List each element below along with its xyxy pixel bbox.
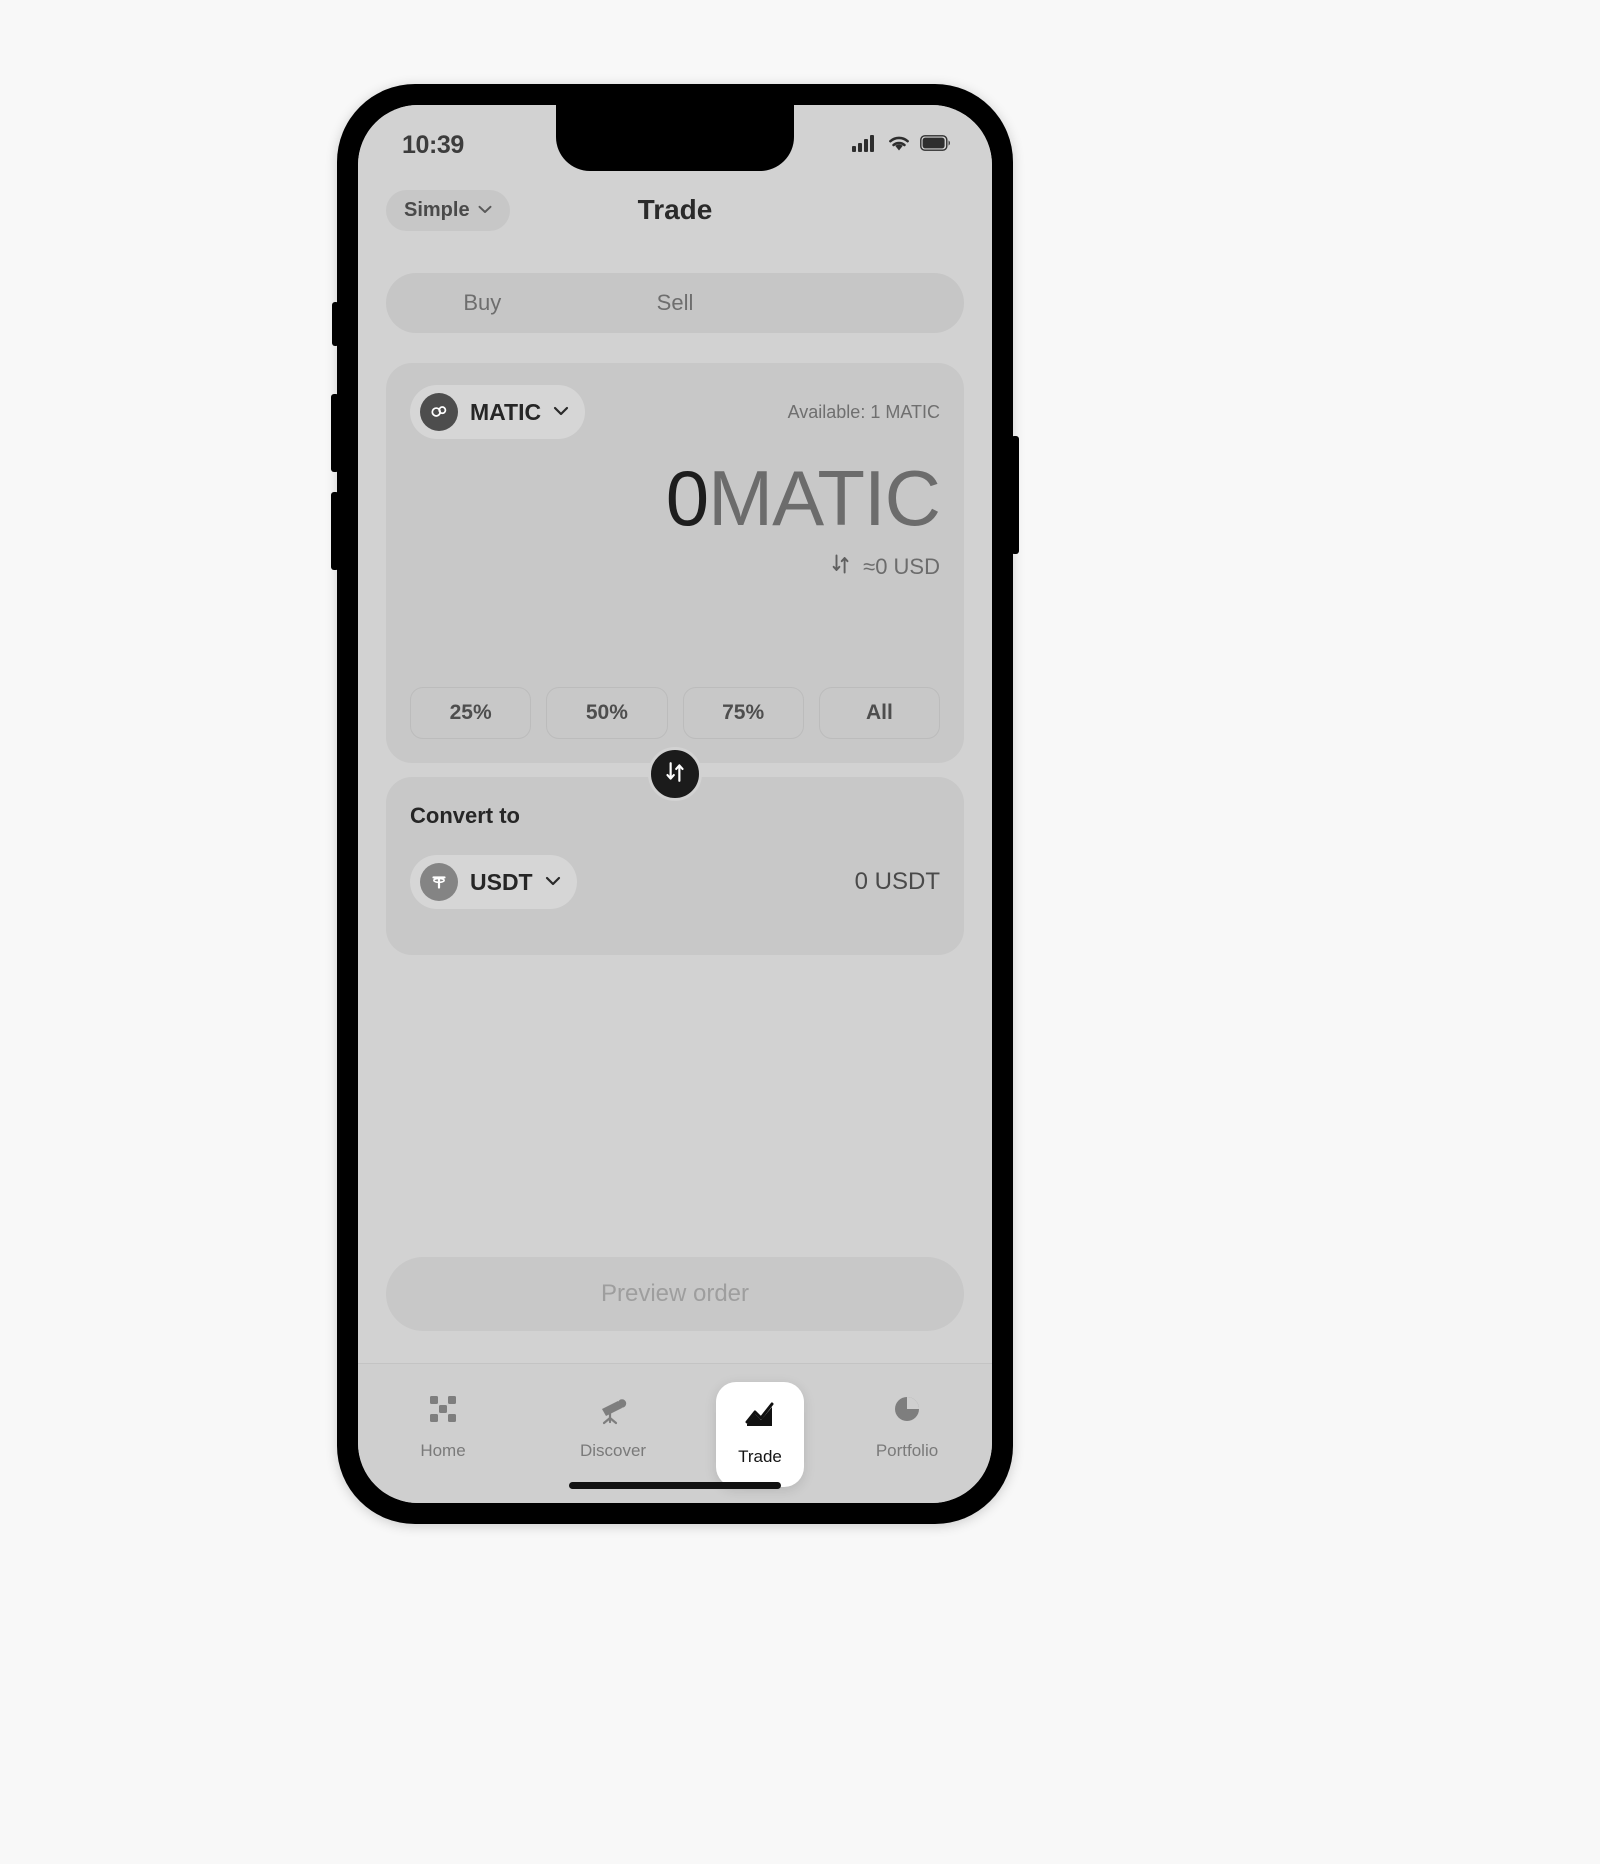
segmented-tab-buy[interactable]: Buy <box>386 273 579 333</box>
convert-amount-input[interactable]: 0MATIC <box>666 459 941 537</box>
mode-selector-label: Simple <box>404 198 470 221</box>
segmented-tab-sell[interactable]: Sell <box>579 273 772 333</box>
convert-to-amount: 0 USDT <box>854 868 940 895</box>
phone-device-frame: 10:39 Simple Trade Buy Sell MATIC Availa… <box>331 84 1019 1524</box>
percent-button-all[interactable]: All <box>818 687 940 739</box>
cellular-signal-icon <box>852 134 878 157</box>
nav-item-trade[interactable]: Trade <box>716 1382 804 1487</box>
nav-label-trade: Trade <box>738 1447 782 1466</box>
swap-vertical-icon[interactable] <box>831 553 851 580</box>
preview-order-button[interactable]: Preview order <box>386 1257 964 1331</box>
battery-icon <box>920 134 952 156</box>
convert-from-header-row: MATIC Available: 1 MATIC <box>410 385 940 439</box>
percent-button-50[interactable]: 50% <box>546 687 668 739</box>
from-token-symbol: MATIC <box>470 398 542 425</box>
app-header: Simple Trade <box>358 179 992 241</box>
fiat-estimate-value: ≈0 USD <box>863 553 940 579</box>
nav-label-discover: Discover <box>579 1441 647 1460</box>
swap-direction-button[interactable] <box>648 747 702 801</box>
tether-usdt-icon <box>420 863 458 901</box>
nav-item-home[interactable]: Home <box>358 1382 528 1471</box>
pie-chart-icon <box>890 1392 924 1431</box>
trade-mode-segmented-control: Buy Sell Convert <box>386 273 964 333</box>
to-token-symbol: USDT <box>470 868 533 895</box>
nav-item-discover[interactable]: Discover <box>528 1382 698 1471</box>
chevron-down-icon <box>545 873 561 891</box>
nav-item-portfolio[interactable]: Portfolio <box>822 1382 992 1471</box>
nav-label-home: Home <box>420 1441 466 1460</box>
volume-down-button[interactable] <box>331 492 339 570</box>
phone-screen: 10:39 Simple Trade Buy Sell MATIC Availa… <box>358 105 992 1503</box>
power-button[interactable] <box>1011 436 1019 554</box>
volume-up-button[interactable] <box>331 394 339 472</box>
wifi-icon <box>887 134 911 157</box>
home-indicator <box>569 1482 781 1489</box>
convert-from-card: MATIC Available: 1 MATIC 0MATIC ≈0 USD 2… <box>386 363 964 763</box>
grid-dots-icon <box>426 1392 460 1431</box>
percent-buttons-row: 25% 50% 75% All <box>410 687 940 739</box>
fiat-estimate-row[interactable]: ≈0 USD <box>831 553 940 580</box>
convert-to-row: USDT 0 USDT <box>410 855 940 909</box>
silent-switch-button[interactable] <box>332 302 339 346</box>
mode-selector-button[interactable]: Simple <box>386 189 510 231</box>
percent-button-25[interactable]: 25% <box>410 687 532 739</box>
chevron-down-icon <box>553 403 569 421</box>
percent-button-75[interactable]: 75% <box>682 687 804 739</box>
status-bar-icons <box>852 134 952 157</box>
screenshot-canvas: 10:39 Simple Trade Buy Sell MATIC Availa… <box>0 0 1600 1864</box>
available-balance-label: Available: 1 MATIC <box>787 401 940 422</box>
status-bar-clock: 10:39 <box>402 130 464 159</box>
line-chart-icon <box>743 1398 777 1437</box>
polygon-matic-icon <box>420 393 458 431</box>
telescope-icon <box>596 1392 630 1431</box>
convert-to-label: Convert to <box>410 803 520 828</box>
from-token-selector[interactable]: MATIC <box>410 385 586 439</box>
nav-label-portfolio: Portfolio <box>875 1441 939 1460</box>
amount-value: 0 <box>665 454 709 542</box>
amount-unit: MATIC <box>708 454 941 542</box>
swap-vertical-icon <box>664 760 686 789</box>
trade-app-screen: 10:39 Simple Trade Buy Sell MATIC Availa… <box>358 105 992 1503</box>
convert-to-card: Convert to USDT 0 USDT <box>386 777 964 955</box>
chevron-down-icon <box>478 201 492 219</box>
to-token-selector[interactable]: USDT <box>410 855 577 909</box>
device-notch <box>556 105 794 171</box>
